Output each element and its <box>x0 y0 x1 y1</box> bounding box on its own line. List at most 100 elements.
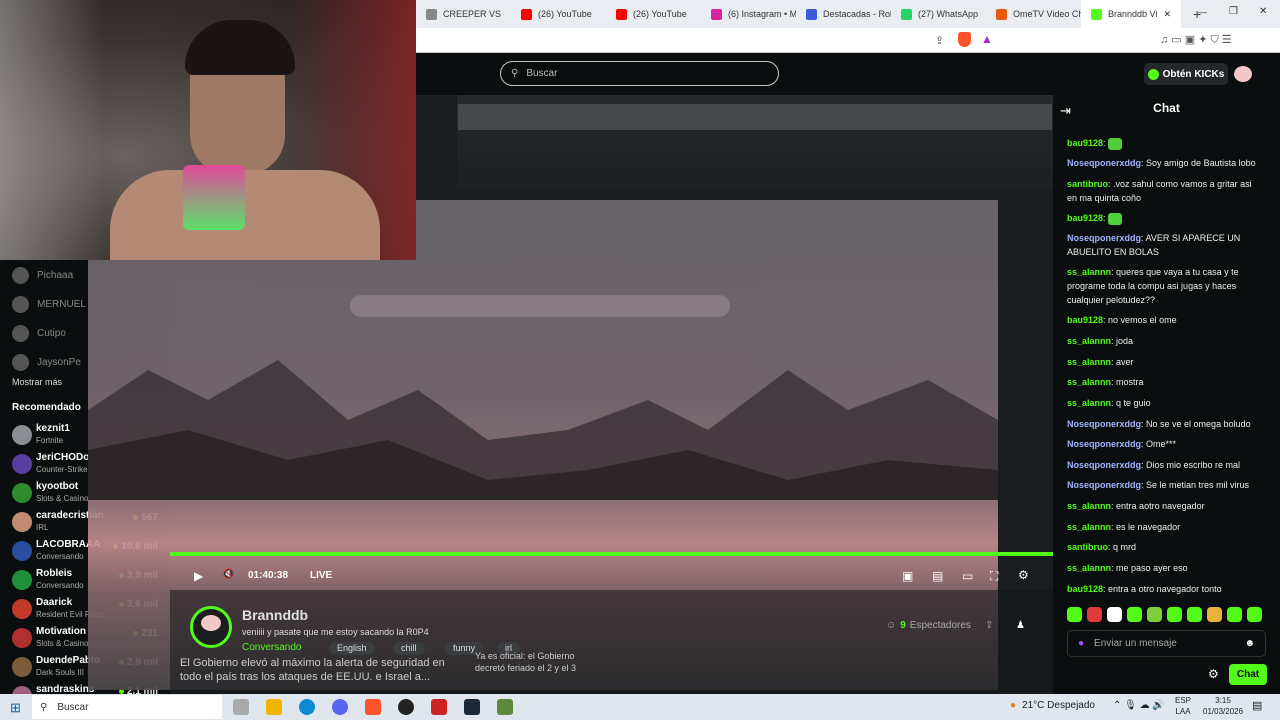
chat-username[interactable]: Noseqponerxddg <box>1067 480 1141 490</box>
mic-icon[interactable]: ● <box>1078 638 1084 649</box>
chat-username[interactable]: ss_alannn <box>1067 522 1111 532</box>
streamer-avatar[interactable] <box>190 606 232 648</box>
minimize-button[interactable]: — <box>1198 7 1207 17</box>
emote-icon <box>1108 212 1123 225</box>
chat-send-button[interactable]: Chat <box>1229 664 1267 685</box>
taskbar-clock[interactable]: 3:15 01/03/2026 <box>1203 695 1243 717</box>
get-kicks-button[interactable]: Obtén KICKs <box>1144 63 1228 85</box>
chat-username[interactable]: ss_alannn <box>1067 336 1111 346</box>
chat-username[interactable]: Noseqponerxddg <box>1067 460 1141 470</box>
chat-username[interactable]: santibruo <box>1067 179 1108 189</box>
chat-username[interactable]: bau9128 <box>1067 213 1103 223</box>
browser-tab[interactable]: (26) YouTube <box>511 0 606 28</box>
search-input[interactable]: ⚲ Buscar <box>500 61 779 86</box>
share-icon[interactable]: ⇪ <box>935 34 944 47</box>
emote-icon[interactable] <box>1247 607 1262 622</box>
rewards-icon[interactable]: ▲ <box>981 32 993 46</box>
chat-username[interactable]: bau9128 <box>1067 584 1103 594</box>
file-explorer-icon[interactable] <box>266 699 282 715</box>
taskbar-search[interactable]: ⚲ Buscar <box>32 695 222 719</box>
emote-icon[interactable] <box>1147 607 1162 622</box>
stream-category[interactable]: Conversando <box>242 642 301 653</box>
chat-username[interactable]: Noseqponerxddg <box>1067 158 1141 168</box>
chat-username[interactable]: ss_alannn <box>1067 377 1111 387</box>
chat-username[interactable]: ss_alannn <box>1067 563 1111 573</box>
volume-icon[interactable]: 🔇 <box>222 569 234 580</box>
chat-username[interactable]: ss_alannn <box>1067 501 1111 511</box>
windows-start-icon[interactable]: ⊞ <box>10 700 21 716</box>
settings-icon[interactable]: ⚙ <box>1018 568 1029 582</box>
chat-username[interactable]: ss_alannn <box>1067 267 1111 277</box>
chat-username[interactable]: Noseqponerxddg <box>1067 419 1141 429</box>
avatar <box>12 541 32 561</box>
chat-message: bau9128: <box>1067 211 1263 225</box>
emote-icon[interactable] <box>1067 607 1082 622</box>
follow-icon[interactable]: ♟ <box>1016 620 1025 631</box>
sidebar-following-item[interactable]: MERNUEL <box>12 294 86 314</box>
theater-icon[interactable]: ▭ <box>962 569 973 583</box>
stream-tag[interactable]: English <box>329 642 375 655</box>
share-stream-icon[interactable]: ⇪ <box>985 620 993 631</box>
steam-icon[interactable] <box>464 699 480 715</box>
close-tab-icon[interactable]: ✕ <box>1163 9 1171 20</box>
chat-username[interactable]: bau9128 <box>1067 138 1103 148</box>
browser-tab[interactable]: OmeTV Video Ch <box>986 0 1081 28</box>
maximize-button[interactable]: ❐ <box>1229 6 1238 17</box>
minecraft-icon[interactable] <box>497 699 513 715</box>
browser-tab[interactable]: (27) WhatsApp <box>891 0 986 28</box>
discord-icon[interactable] <box>332 699 348 715</box>
chat-message: Noseqponerxddg: No se ve el omega boludo <box>1067 417 1263 431</box>
emote-icon[interactable] <box>1087 607 1102 622</box>
browser-tab[interactable]: CREEPER VS <box>416 0 511 28</box>
chat-settings-icon[interactable]: ⚙ <box>1208 667 1219 681</box>
app-icon[interactable] <box>431 699 447 715</box>
search-icon: ⚲ <box>40 701 48 713</box>
edge-icon[interactable] <box>299 699 315 715</box>
sidebar-following-item[interactable]: Pichaaa <box>12 265 73 285</box>
notifications-icon[interactable]: ▤ <box>1252 699 1262 712</box>
streamer-name[interactable]: Brannddb <box>242 607 308 623</box>
task-view-icon[interactable] <box>233 699 249 715</box>
emoji-icon[interactable]: ☻ <box>1244 638 1255 649</box>
chat-username[interactable]: bau9128 <box>1067 315 1103 325</box>
weather-widget[interactable]: ● 21°C Despejado <box>1010 700 1095 711</box>
sidebar-item-label: Pichaaa <box>37 269 74 281</box>
pip-icon[interactable]: ▣ <box>902 569 913 583</box>
browser-tab[interactable]: Destacadas - Rob <box>796 0 891 28</box>
chat-username[interactable]: ss_alannn <box>1067 398 1111 408</box>
fullscreen-icon[interactable]: ⛶ <box>990 569 998 584</box>
kick-logo-icon <box>1147 68 1159 80</box>
language-indicator[interactable]: ESP LAA <box>1175 695 1191 717</box>
chat-username[interactable]: santibruo <box>1067 542 1108 552</box>
browser-tab[interactable]: Brannddb Vi ✕ <box>1081 0 1181 28</box>
sidebar-following-item[interactable]: JaysonPe <box>12 352 81 372</box>
show-more-link[interactable]: Mostrar más <box>12 377 62 387</box>
sidebar-following-item[interactable]: Cutipo <box>12 323 66 343</box>
brave-shield-icon[interactable] <box>958 32 971 47</box>
obs-icon[interactable] <box>398 699 414 715</box>
clip-icon[interactable]: ▤ <box>932 569 943 583</box>
emote-icon[interactable] <box>1127 607 1142 622</box>
emote-icon[interactable] <box>1227 607 1242 622</box>
brave-icon[interactable] <box>365 699 381 715</box>
chat-username[interactable]: Noseqponerxddg <box>1067 439 1141 449</box>
emote-icon[interactable] <box>1187 607 1202 622</box>
user-avatar[interactable] <box>1234 66 1252 82</box>
extensions-icon[interactable]: ♫ ▭ ▣ ✦ ⛉ ☰ <box>1160 33 1232 47</box>
close-window-button[interactable]: ✕ <box>1259 6 1267 17</box>
stream-tag[interactable]: chill <box>393 642 425 655</box>
chat-username[interactable]: Noseqponerxddg <box>1067 233 1141 243</box>
emote-icon[interactable] <box>1207 607 1222 622</box>
chat-username[interactable]: ss_alannn <box>1067 357 1111 367</box>
chat-message: ss_alannn: me paso ayer eso <box>1067 561 1263 575</box>
browser-tab[interactable]: (26) YouTube <box>606 0 701 28</box>
chat-input[interactable]: ● Enviar un mensaje ☻ <box>1067 630 1266 657</box>
tray-icons[interactable]: ⌃ 🎙 ☁ 🔊 <box>1113 700 1165 711</box>
emote-bar <box>1067 607 1263 625</box>
play-icon[interactable]: ▶ <box>194 569 203 583</box>
emote-icon[interactable] <box>1107 607 1122 622</box>
stream-progress-bar[interactable] <box>170 552 1053 556</box>
browser-tab[interactable]: (6) Instagram • M <box>701 0 796 28</box>
chat-message: ss_alannn: joda <box>1067 334 1263 348</box>
emote-icon[interactable] <box>1167 607 1182 622</box>
